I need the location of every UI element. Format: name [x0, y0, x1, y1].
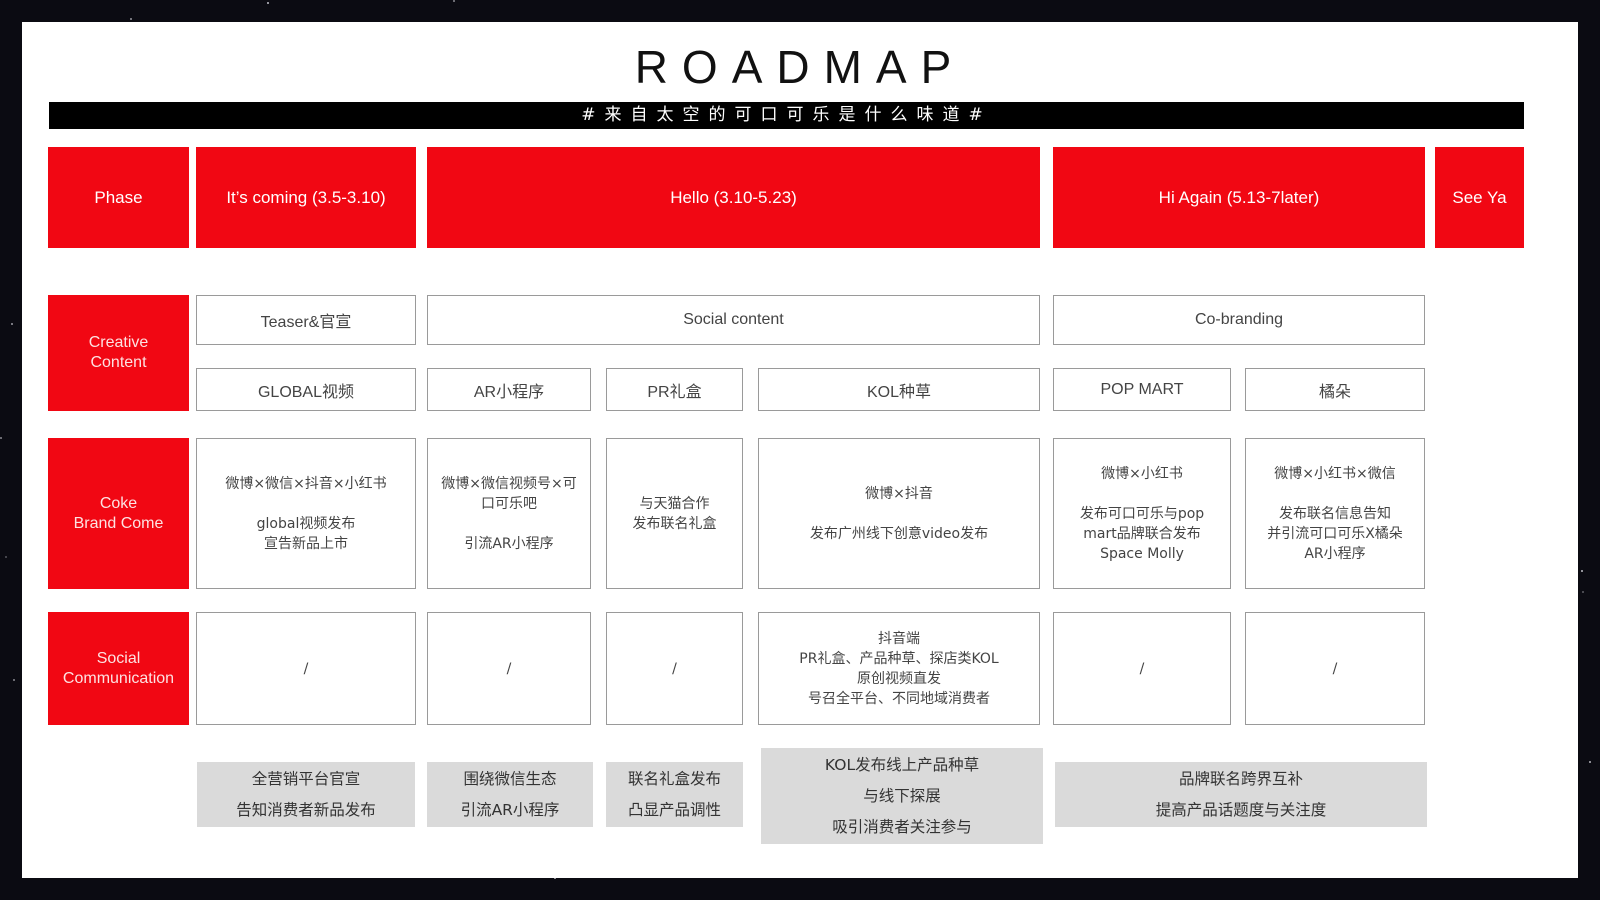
- item-global-video: GLOBAL视频: [196, 368, 416, 411]
- star-speck: [13, 679, 15, 681]
- platform-line: 微博×小红书: [1101, 465, 1183, 482]
- phase-see-ya: See Ya: [1435, 147, 1524, 248]
- action-line: 与天猫合作: [639, 495, 710, 512]
- item-kol-seeding: KOL种草: [758, 368, 1040, 411]
- text-line: Content: [90, 354, 147, 371]
- category-co-branding: Co-branding: [1053, 295, 1425, 345]
- social-cell-kol: 抖音端 PR礼盒、产品种草、探店类KOL 原创视频直发号召全平台、不同地域消费者: [758, 612, 1040, 725]
- brand-cell-ar: 微博×微信视频号×可 口可乐吧引流AR小程序: [427, 438, 591, 589]
- category-social-content: Social content: [427, 295, 1040, 345]
- action-line: 发布广州线下创意video发布: [809, 525, 989, 542]
- platform-line: 微博×微信视频号×可: [441, 475, 577, 492]
- action-line: Space Molly: [1100, 545, 1184, 562]
- roadmap-slide: ROADMAP #来自太空的可口可乐是什么味道# Phase It’s comi…: [22, 22, 1578, 878]
- row-label-brand-come: Coke Brand Come: [48, 438, 189, 589]
- star-speck: [130, 18, 132, 20]
- summary-pr: 联名礼盒发布 凸显产品调性: [606, 762, 743, 827]
- text-line: /: [1332, 660, 1338, 677]
- summary-line: 品牌联名跨界互补: [1178, 769, 1303, 788]
- phase-hello: Hello (3.10-5.23): [427, 147, 1040, 248]
- row-label-creative-content: Creative Content: [48, 295, 189, 411]
- summary-line: 告知消费者新品发布: [236, 800, 376, 819]
- social-cell-global: /: [196, 612, 416, 725]
- summary-cobranding: 品牌联名跨界互补提高产品话题度与关注度: [1055, 762, 1427, 827]
- phase-its-coming: It’s coming (3.5-3.10): [196, 147, 416, 248]
- summary-line: 与线下探展: [863, 786, 941, 805]
- row-label-social-text: Social Communication: [63, 649, 174, 689]
- text-line: /: [506, 660, 512, 677]
- item-pop-mart: POP MART: [1053, 368, 1231, 411]
- action-line: 并引流可口可乐X橘朵: [1267, 525, 1403, 542]
- text-line: /: [303, 660, 309, 677]
- category-teaser: Teaser&官宣: [196, 295, 416, 345]
- text-line: Creative: [88, 334, 149, 351]
- platform-line: 微博×小红书×微信: [1274, 465, 1396, 482]
- summary-line: 围绕微信生态: [463, 769, 557, 788]
- text-line: PR礼盒、产品种草、探店类KOL: [799, 650, 999, 667]
- platform-line: 口可乐吧: [481, 495, 537, 512]
- text-line: /: [672, 660, 677, 677]
- social-cell-pr: /: [606, 612, 743, 725]
- star-speck: [1582, 591, 1584, 593]
- social-cell-ar: /: [427, 612, 591, 725]
- action-line: 引流AR小程序: [464, 535, 554, 552]
- text-line: Social: [96, 649, 141, 667]
- action-line: mart品牌联合发布: [1083, 525, 1201, 542]
- platform-line: 微博×微信×抖音×小红书: [225, 475, 387, 492]
- platform-line: 微博×抖音: [865, 485, 933, 502]
- brand-cell-popmart: 微博×小红书发布可口可乐与pop mart品牌联合发布 Space Molly: [1053, 438, 1231, 589]
- summary-ar: 围绕微信生态 引流AR小程序: [427, 762, 593, 827]
- summary-line: 吸引消费者关注参与: [832, 817, 972, 836]
- star-speck: [1581, 570, 1583, 572]
- text-line: /: [1139, 660, 1145, 677]
- brand-cell-kol: 微博×抖音发布广州线下创意video发布: [758, 438, 1040, 589]
- social-cell-judydoll: /: [1245, 612, 1425, 725]
- action-line: AR小程序: [1304, 545, 1366, 562]
- hashtag-banner: #来自太空的可口可乐是什么味道#: [49, 102, 1524, 129]
- social-cell-popmart: /: [1053, 612, 1231, 725]
- action-line: 发布可口可乐与pop: [1079, 505, 1205, 522]
- text-line: 原创视频直发: [857, 670, 941, 687]
- text-line: 抖音端: [878, 630, 920, 647]
- star-speck: [1589, 761, 1591, 763]
- action-line: 宣告新品上市: [264, 535, 348, 552]
- star-speck: [267, 2, 269, 4]
- brand-cell-global: 微博×微信×抖音×小红书 global视频发布 宣告新品上市: [196, 438, 416, 589]
- text-line: Coke: [99, 494, 138, 512]
- summary-kol: KOL发布线上产品种草 与线下探展吸引消费者关注参与: [761, 748, 1043, 844]
- item-ar-miniprogram: AR小程序: [427, 368, 591, 411]
- item-judydoll: 橘朵: [1245, 368, 1425, 411]
- text-line: Brand Come: [73, 514, 164, 532]
- summary-line: 引流AR小程序: [460, 800, 560, 819]
- star-speck: [453, 0, 455, 2]
- star-speck: [11, 323, 13, 325]
- item-pr-giftbox: PR礼盒: [606, 368, 743, 411]
- summary-line: KOL发布线上产品种草: [824, 755, 980, 774]
- phase-hi-again: Hi Again (5.13-7later): [1053, 147, 1425, 248]
- summary-line: 提高产品话题度与关注度: [1155, 800, 1327, 819]
- row-label-brand-text: Coke Brand Come: [74, 494, 164, 534]
- text-line: 号召全平台、不同地域消费者: [808, 690, 990, 707]
- row-label-social-communication: Social Communication: [48, 612, 189, 725]
- row-label-creative-text: Creative Content: [89, 333, 149, 373]
- page-title: ROADMAP: [634, 41, 966, 93]
- brand-cell-judydoll: 微博×小红书×微信 发布联名信息告知 并引流可口可乐X橘朵 AR小程序: [1245, 438, 1425, 589]
- action-line: 发布联名信息告知: [1279, 505, 1391, 522]
- brand-cell-pr: 与天猫合作发布联名礼盒: [606, 438, 743, 589]
- phase-label: Phase: [48, 147, 189, 248]
- summary-line: 联名礼盒发布: [627, 769, 721, 788]
- action-line: 发布联名礼盒: [632, 515, 717, 532]
- text-line: Communication: [62, 669, 175, 687]
- summary-line: 凸显产品调性: [627, 800, 721, 819]
- action-line: global视频发布: [256, 515, 356, 532]
- summary-global: 全营销平台官宣 告知消费者新品发布: [197, 762, 415, 827]
- summary-line: 全营销平台官宣: [251, 769, 361, 788]
- star-speck: [0, 437, 2, 439]
- star-speck: [5, 556, 7, 558]
